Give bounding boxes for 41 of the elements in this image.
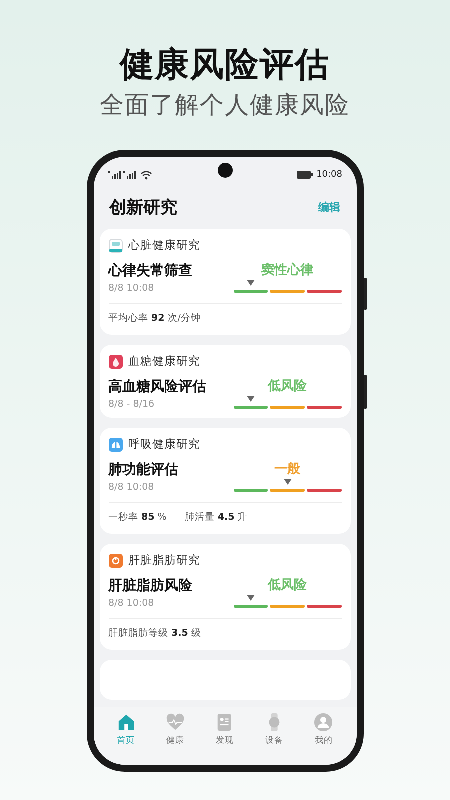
card-date: 8/8 - 8/16 xyxy=(108,399,156,410)
camera-hole xyxy=(218,163,232,178)
user-avatar-icon xyxy=(314,713,334,732)
edit-button[interactable]: 编辑 xyxy=(318,200,340,214)
wifi-icon xyxy=(140,170,152,180)
card-category: 心脏健康研究 xyxy=(128,238,200,253)
card-title: 肺功能评估 xyxy=(108,461,178,479)
card-date: 8/8 10:08 xyxy=(108,598,156,609)
study-card[interactable]: 心脏健康研究 心律失常筛查 8/8 10:08 窦性心律 平均心率 92 次/分钟 xyxy=(100,229,350,335)
signal-icon xyxy=(108,171,138,179)
headline: 健康风险评估 xyxy=(120,44,330,86)
metric-text: 平均心率 92 次/分钟 xyxy=(108,312,201,325)
card-date: 8/8 10:08 xyxy=(108,283,156,294)
metric-text: 一秒率 85 % xyxy=(108,511,167,524)
tab[interactable]: 发现 xyxy=(204,713,245,765)
risk-result: 一般 xyxy=(274,461,300,478)
study-card[interactable]: 血糖健康研究 高血糖风险评估 8/8 - 8/16 低风险 xyxy=(100,345,350,418)
page-title: 创新研究 xyxy=(110,196,178,218)
tab[interactable]: 设备 xyxy=(254,713,294,765)
card-title: 心律失常筛查 xyxy=(108,262,192,280)
metric-text: 肝脏脂肪等级 3.5 级 xyxy=(108,627,202,640)
study-card[interactable]: 呼吸健康研究 肺功能评估 8/8 10:08 一般 一秒率 85 % 肺活量 4.5 升 xyxy=(100,428,350,534)
tab[interactable]: 健康 xyxy=(156,713,196,765)
tab[interactable]: 我的 xyxy=(304,713,344,765)
heart-pulse-icon xyxy=(166,713,186,732)
risk-result: 低风险 xyxy=(268,577,307,594)
card-title: 肝脏脂肪风险 xyxy=(108,577,192,595)
risk-result: 低风险 xyxy=(268,378,307,395)
subheadline: 全面了解个人健康风险 xyxy=(100,90,350,120)
risk-result: 窦性心律 xyxy=(262,262,314,279)
tab[interactable]: 首页 xyxy=(106,713,146,765)
card-title: 高血糖风险评估 xyxy=(108,378,206,396)
card-date: 8/8 10:08 xyxy=(108,482,156,493)
status-time: 10:08 xyxy=(316,170,342,180)
card-category: 血糖健康研究 xyxy=(128,354,200,369)
home-icon xyxy=(116,713,136,732)
card-category: 肝脏脂肪研究 xyxy=(128,553,200,568)
study-card[interactable]: 肝脏脂肪研究 肝脏脂肪风险 8/8 10:08 低风险 肝脏脂肪等级 3.5 级 xyxy=(100,544,350,650)
metric-text: 肺活量 4.5 升 xyxy=(184,511,248,524)
battery-icon xyxy=(296,171,313,179)
card-category: 呼吸健康研究 xyxy=(128,437,200,452)
